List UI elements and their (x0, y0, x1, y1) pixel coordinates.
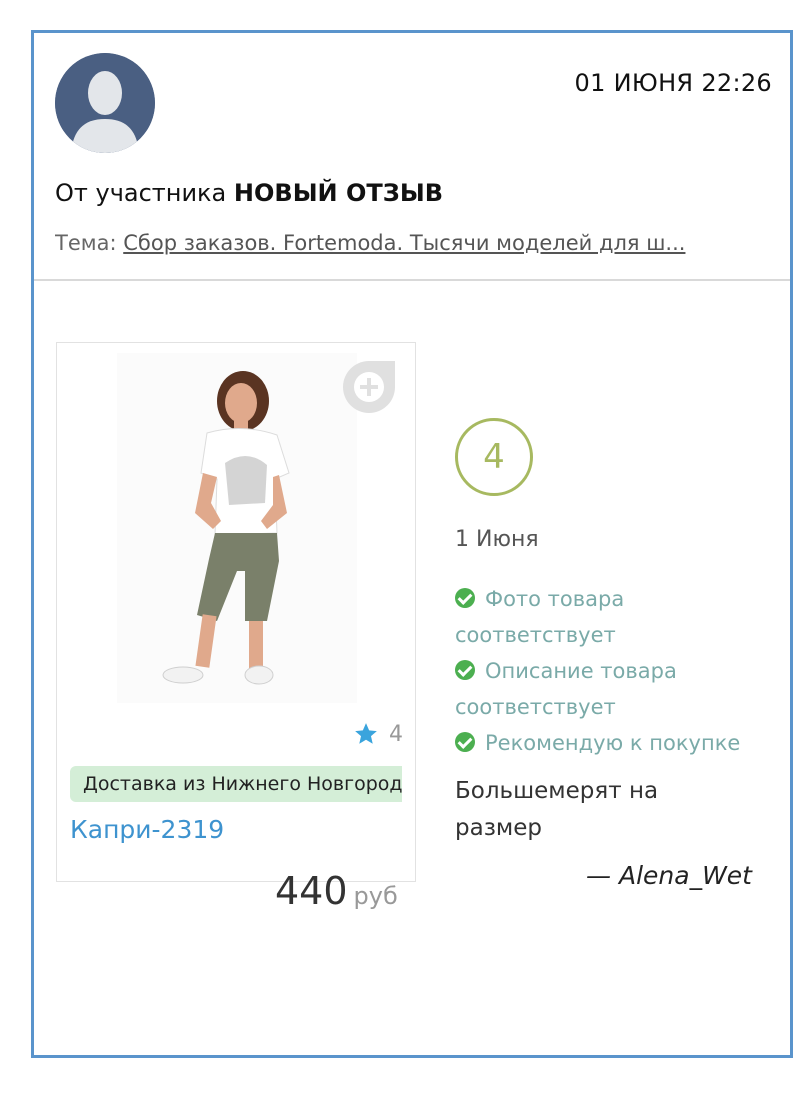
product-photo[interactable] (117, 353, 357, 703)
review-score-badge: 4 (455, 418, 533, 496)
notification-sender: От участника НОВЫЙ ОТЗЫВ (55, 179, 443, 207)
review-text: Большемерят на размер (455, 778, 659, 841)
check-circle-icon (455, 660, 475, 680)
notification-timestamp: 01 ИЮНЯ 22:26 (574, 69, 772, 97)
divider (34, 279, 790, 281)
price-value: 440 (275, 869, 348, 913)
user-silhouette-icon (55, 53, 155, 153)
delivery-badge: Доставка из Нижнего Новгорода (70, 766, 402, 802)
star-icon (355, 723, 377, 744)
sender-name: НОВЫЙ ОТЗЫВ (233, 179, 443, 207)
check-label: Фото товара соответствует (455, 587, 625, 647)
topic-line: Тема: Сбор заказов. Fortemoda. Тысячи мо… (55, 231, 773, 255)
product-card[interactable]: 4 Доставка из Нижнего Новгорода Капри-23… (56, 342, 416, 913)
review-date: 1 Июня (455, 527, 539, 552)
check-circle-icon (455, 588, 475, 608)
check-circle-icon (455, 732, 475, 752)
rating-value: 4 (389, 721, 403, 747)
check-label: Описание товара соответствует (455, 659, 677, 719)
check-label: Рекомендую к покупке (485, 731, 741, 755)
add-to-cart-icon[interactable] (343, 361, 395, 413)
price-currency: руб (353, 882, 398, 910)
review-notification-card: 01 ИЮНЯ 22:26 От участника НОВЫЙ ОТЗЫВ Т… (31, 30, 793, 1058)
sender-prefix: От участника (55, 179, 227, 207)
product-price: 440 руб (275, 869, 398, 913)
product-name-link[interactable]: Капри-2319 (70, 815, 224, 844)
check-item-description: Описание товара соответствует (455, 653, 775, 725)
check-item-photo: Фото товара соответствует (455, 581, 775, 653)
avatar[interactable] (55, 53, 155, 153)
product-rating: 4 (353, 721, 403, 747)
review-checks-list: Фото товара соответствует Описание товар… (455, 581, 775, 761)
check-item-recommend: Рекомендую к покупке (455, 725, 775, 761)
review-author[interactable]: — Alena_Wet (586, 861, 752, 890)
topic-label: Тема: (55, 231, 117, 255)
topic-link[interactable]: Сбор заказов. Fortemoda. Тысячи моделей … (123, 231, 685, 255)
